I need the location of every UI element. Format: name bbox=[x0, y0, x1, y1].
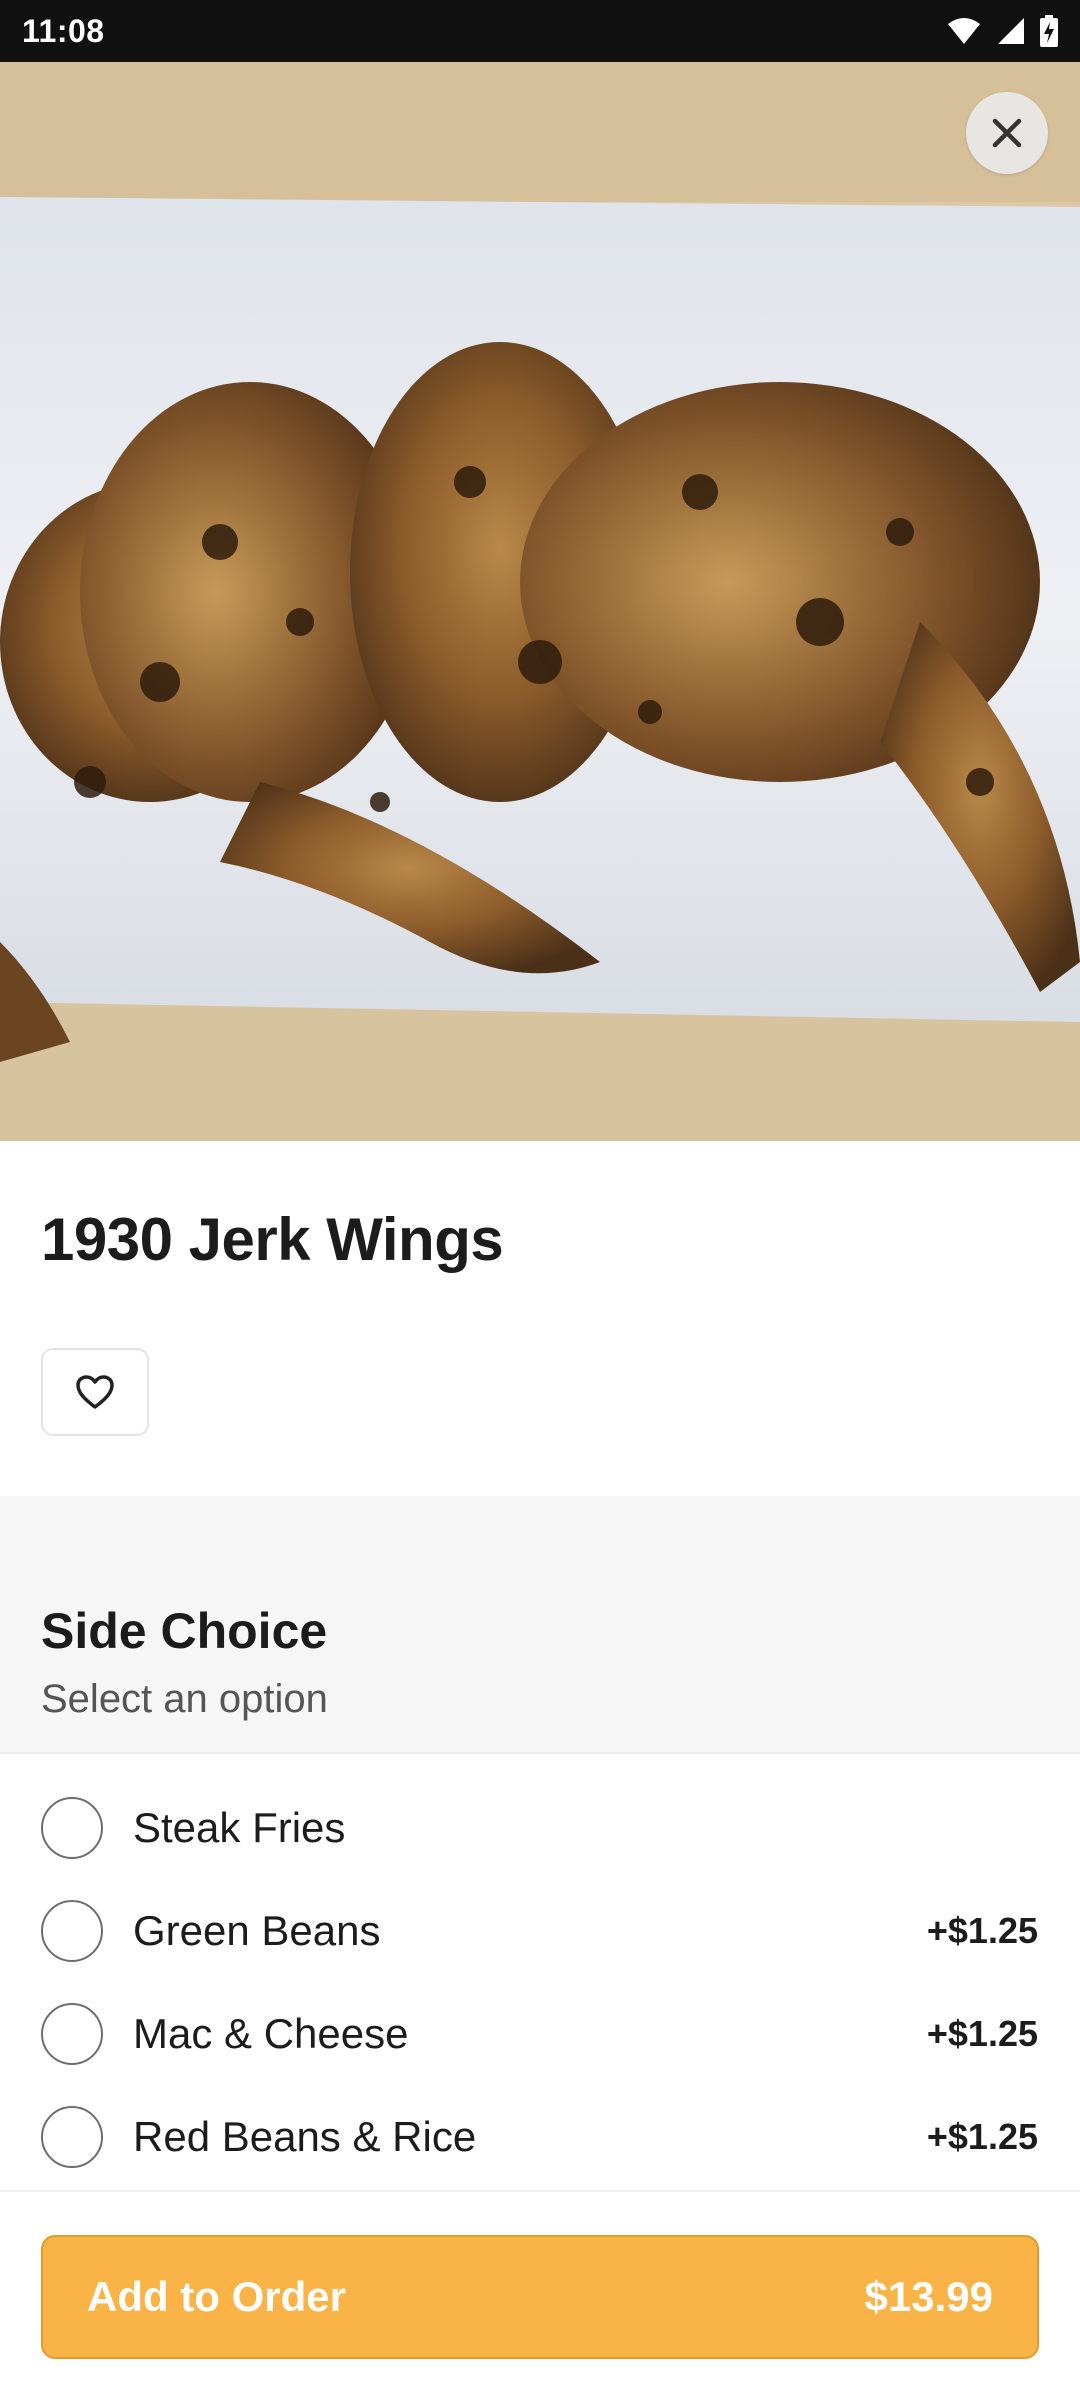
radio-button[interactable] bbox=[41, 1796, 103, 1859]
jerk-wings-photo bbox=[0, 62, 1080, 1141]
option-mac-and-cheese[interactable]: Mac & Cheese +$1.25 bbox=[0, 1982, 1080, 2085]
add-to-order-label: Add to Order bbox=[87, 2273, 346, 2320]
option-label: Mac & Cheese bbox=[133, 2009, 409, 2057]
option-price: +$1.25 bbox=[926, 2115, 1038, 2157]
option-price: +$1.25 bbox=[926, 2012, 1038, 2054]
item-title: 1930 Jerk Wings bbox=[41, 1206, 504, 1273]
option-red-beans-and-rice[interactable]: Red Beans & Rice +$1.25 bbox=[0, 2085, 1080, 2188]
status-time: 11:08 bbox=[22, 12, 105, 49]
side-choice-options: Steak Fries Green Beans +$1.25 Mac & Che… bbox=[0, 1776, 1080, 2188]
wifi-icon bbox=[946, 16, 982, 46]
close-icon bbox=[992, 118, 1022, 148]
status-icons bbox=[946, 15, 1058, 47]
option-price: +$1.25 bbox=[926, 1909, 1038, 1951]
option-label: Red Beans & Rice bbox=[133, 2112, 477, 2160]
order-footer: Add to Order $13.99 bbox=[0, 2190, 1080, 2400]
close-button[interactable] bbox=[966, 92, 1048, 174]
favorite-button[interactable] bbox=[41, 1348, 149, 1436]
radio-button[interactable] bbox=[41, 2002, 103, 2065]
radio-button[interactable] bbox=[41, 2105, 103, 2168]
option-green-beans[interactable]: Green Beans +$1.25 bbox=[0, 1879, 1080, 1982]
radio-button[interactable] bbox=[41, 1899, 103, 1962]
order-total: $13.99 bbox=[864, 2273, 993, 2320]
option-label: Steak Fries bbox=[133, 1803, 346, 1851]
option-label: Green Beans bbox=[133, 1906, 381, 1954]
section-title: Side Choice bbox=[41, 1603, 328, 1659]
section-subtitle: Select an option bbox=[41, 1677, 328, 1721]
status-bar: 11:08 bbox=[0, 0, 1080, 62]
battery-charging-icon bbox=[1040, 15, 1058, 47]
item-hero-image bbox=[0, 62, 1080, 1141]
heart-outline-icon bbox=[76, 1375, 114, 1409]
option-steak-fries[interactable]: Steak Fries bbox=[0, 1776, 1080, 1879]
signal-icon bbox=[996, 16, 1026, 46]
add-to-order-button[interactable]: Add to Order $13.99 bbox=[41, 2235, 1039, 2359]
